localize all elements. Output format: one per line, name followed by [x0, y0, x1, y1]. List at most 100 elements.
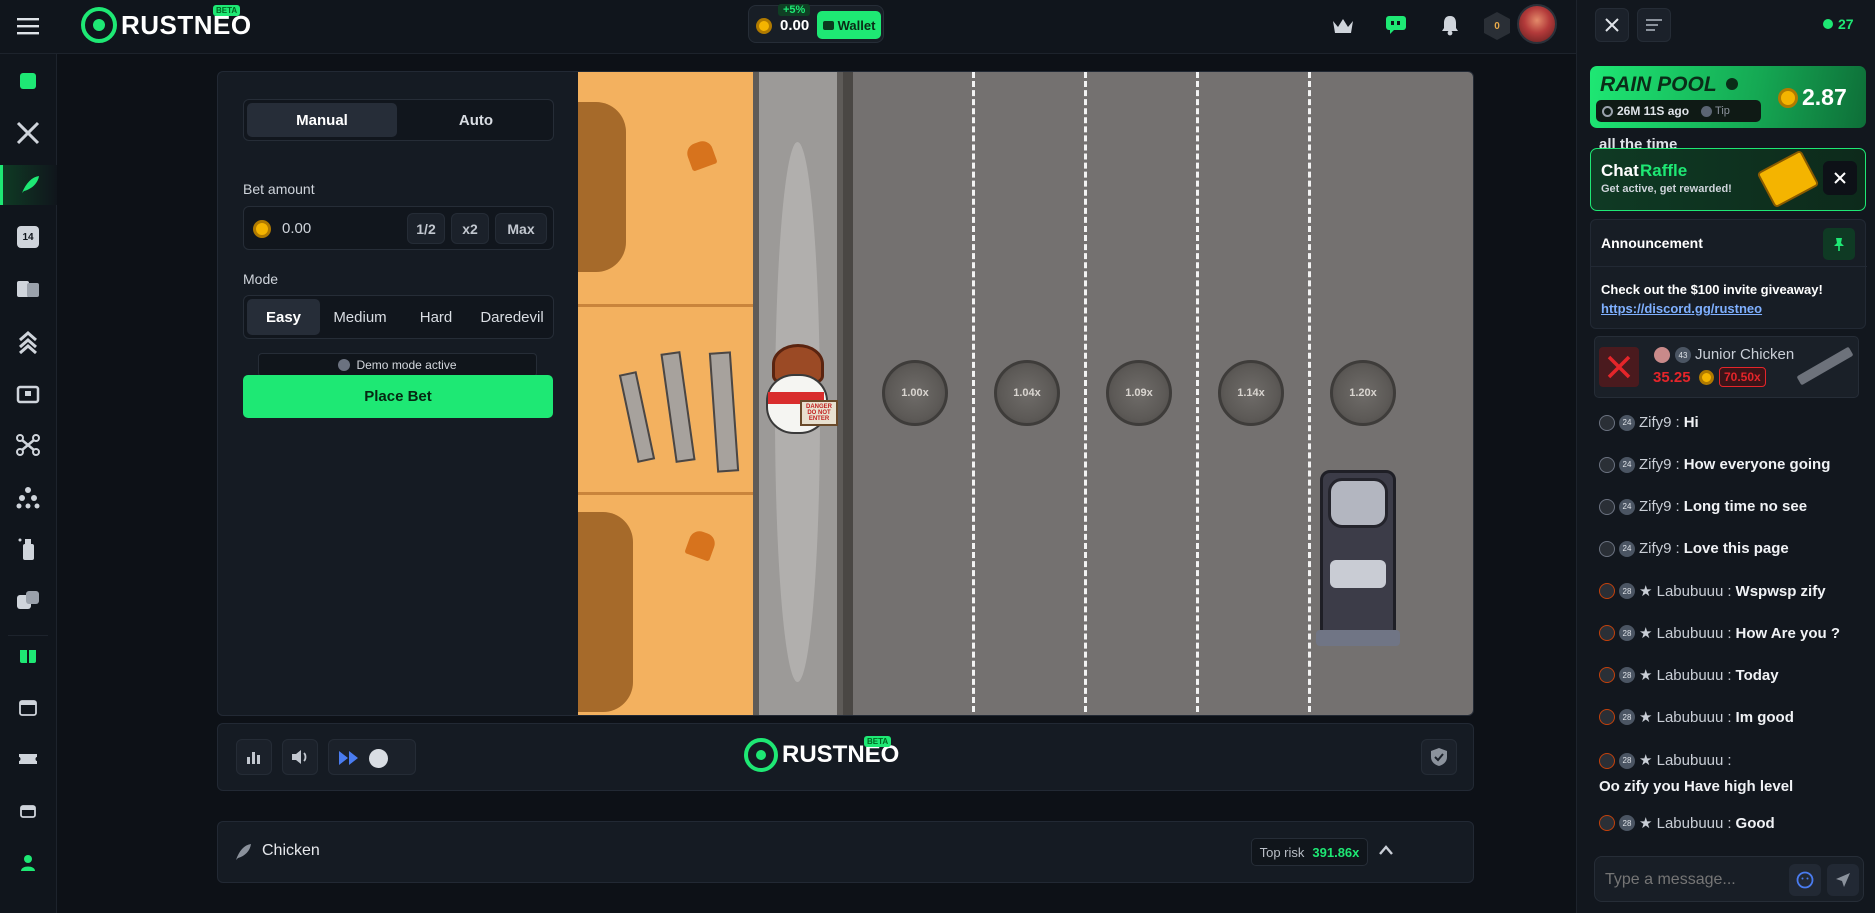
win-amount: 35.25: [1653, 369, 1691, 386]
sidebar-item-cases[interactable]: [8, 373, 48, 413]
chat-input-bar: [1594, 856, 1864, 902]
message-user[interactable]: Zify9: [1639, 498, 1672, 515]
chat-message: 28 ★ Labubuuu: Im good: [1599, 708, 1794, 726]
sidebar-item-cards[interactable]: [8, 269, 48, 309]
close-chat-button[interactable]: [1595, 8, 1629, 42]
top-risk-badge: Top risk 391.86x: [1251, 838, 1368, 866]
turbo-toggle[interactable]: [328, 739, 416, 775]
message-text: Im good: [1735, 708, 1794, 726]
mode-medium[interactable]: Medium: [322, 299, 398, 335]
message-colon: :: [1675, 456, 1680, 473]
sound-button[interactable]: [282, 739, 318, 775]
sidebar-item-battles[interactable]: [8, 113, 48, 153]
message-user[interactable]: Zify9: [1639, 456, 1672, 473]
emoji-button[interactable]: [1789, 864, 1821, 896]
max-button[interactable]: Max: [495, 213, 547, 244]
user-avatar[interactable]: [1517, 4, 1557, 44]
sidebar-item-profile[interactable]: [8, 843, 48, 883]
sidebar: 14: [0, 54, 57, 913]
message-text: Oo zify you Have high level: [1599, 778, 1794, 795]
message-user[interactable]: ★ Labubuuu: [1639, 750, 1723, 772]
sidebar-item-spray[interactable]: [8, 529, 48, 569]
wallet-button[interactable]: Wallet: [817, 11, 881, 39]
message-user[interactable]: Zify9: [1639, 414, 1672, 431]
crown-icon[interactable]: [1330, 14, 1356, 38]
message-user[interactable]: ★ Labubuuu: [1639, 814, 1723, 832]
multiplier-tile[interactable]: 1.04x: [994, 360, 1060, 426]
level-badge[interactable]: 0: [1484, 12, 1510, 40]
chat-toggle-icon[interactable]: [1384, 13, 1408, 37]
sidebar-item-upgrade[interactable]: [8, 321, 48, 361]
sidebar-item-calendar14[interactable]: 14: [8, 217, 48, 257]
chat-input[interactable]: [1605, 867, 1775, 893]
multiplier-tile[interactable]: 1.20x: [1330, 360, 1396, 426]
game-info-bar[interactable]: Chicken Top risk 391.86x: [217, 821, 1474, 883]
tab-auto[interactable]: Auto: [401, 103, 551, 137]
double-button[interactable]: x2: [451, 213, 489, 244]
sidebar-item-chicken[interactable]: [0, 165, 57, 205]
tab-manual[interactable]: Manual: [247, 103, 397, 137]
bell-icon[interactable]: [1438, 13, 1462, 37]
chat-message: 28 ★ Labubuuu: Today: [1599, 666, 1779, 684]
pin-button[interactable]: [1823, 228, 1855, 260]
discord-link[interactable]: https://discord.gg/rustneo: [1601, 301, 1762, 316]
rank-icon: [1599, 540, 1615, 557]
rank-icon: [1599, 583, 1615, 599]
rank-icon: [1599, 753, 1615, 769]
sidebar-item-store[interactable]: [8, 791, 48, 831]
dice-pair-icon: [17, 591, 39, 609]
announcement-divider: [1591, 266, 1867, 267]
coin-icon: [1778, 88, 1798, 108]
footer-logo: RUSTNEO BETA: [744, 736, 899, 772]
fairness-button[interactable]: [1421, 739, 1457, 775]
menu-icon[interactable]: [16, 14, 40, 38]
mode-hard[interactable]: Hard: [400, 299, 472, 335]
sidebar-item-dice[interactable]: [8, 61, 48, 101]
stats-button[interactable]: [236, 739, 272, 775]
sidebar-item-tickets[interactable]: [8, 739, 48, 779]
chat-menu-button[interactable]: [1637, 8, 1671, 42]
sidebar-item-dice-games[interactable]: [8, 581, 48, 621]
store-icon: [20, 805, 36, 818]
mode-easy[interactable]: Easy: [247, 299, 320, 335]
send-button[interactable]: [1827, 864, 1859, 896]
sidebar-item-rewards-calendar[interactable]: [8, 687, 48, 727]
tip-button[interactable]: Tip: [1701, 105, 1730, 117]
close-raffle-button[interactable]: [1823, 161, 1857, 195]
logo-icon: [81, 7, 117, 43]
message-user[interactable]: ★ Labubuuu: [1639, 666, 1723, 684]
win-card[interactable]: 43 Junior Chicken 35.25 70.50x: [1594, 336, 1859, 398]
sidebar-item-drone[interactable]: [8, 425, 48, 465]
multiplier-tile[interactable]: 1.09x: [1106, 360, 1172, 426]
user-level: 28: [1619, 709, 1635, 725]
mode-daredevil[interactable]: Daredevil: [472, 299, 552, 335]
chat-raffle-card[interactable]: Chat Raffle Get active, get rewarded!: [1590, 148, 1866, 211]
chevron-up-icon[interactable]: [1378, 844, 1394, 856]
message-user[interactable]: Zify9: [1639, 540, 1672, 557]
rain-pool-card[interactable]: RAIN POOL 26M 11S ago Tip 2.87: [1590, 66, 1866, 128]
curb: [843, 72, 853, 715]
chat-message: 28 ★ Labubuuu: How Are you ?: [1599, 624, 1840, 642]
dice-icon: [20, 73, 36, 89]
brand-logo[interactable]: RUSTNEO BETA: [81, 5, 252, 44]
chat-message: 28 ★ Labubuuu: Oo zify you Have high level: [1599, 750, 1859, 798]
message-user[interactable]: ★ Labubuuu: [1639, 708, 1723, 726]
sidebar-item-gift[interactable]: [8, 635, 48, 675]
multiplier-tile[interactable]: 1.14x: [1218, 360, 1284, 426]
game-canvas[interactable]: 1.00x 1.04x 1.09x 1.14x 1.20x DANGER DO …: [578, 72, 1473, 715]
message-user[interactable]: ★ Labubuuu: [1639, 624, 1723, 642]
balance-box[interactable]: +5% 0.00 Wallet: [748, 4, 884, 43]
message-user[interactable]: ★ Labubuuu: [1639, 582, 1723, 600]
multiplier-tile[interactable]: 1.00x: [882, 360, 948, 426]
sidebar-item-plinko[interactable]: [8, 477, 48, 517]
wallet-label: Wallet: [837, 17, 876, 33]
announcement-card: Announcement Check out the $100 invite g…: [1590, 219, 1867, 329]
bet-amount-field[interactable]: 0.00 1/2 x2 Max: [243, 206, 554, 250]
place-bet-button[interactable]: Place Bet: [243, 375, 553, 418]
truck-roof: [1328, 478, 1388, 528]
half-button[interactable]: 1/2: [407, 213, 445, 244]
drone-icon: [16, 434, 40, 456]
message-colon: :: [1727, 708, 1732, 726]
bet-amount-input[interactable]: 0.00: [282, 220, 311, 237]
bar-chart-icon: [247, 752, 260, 764]
